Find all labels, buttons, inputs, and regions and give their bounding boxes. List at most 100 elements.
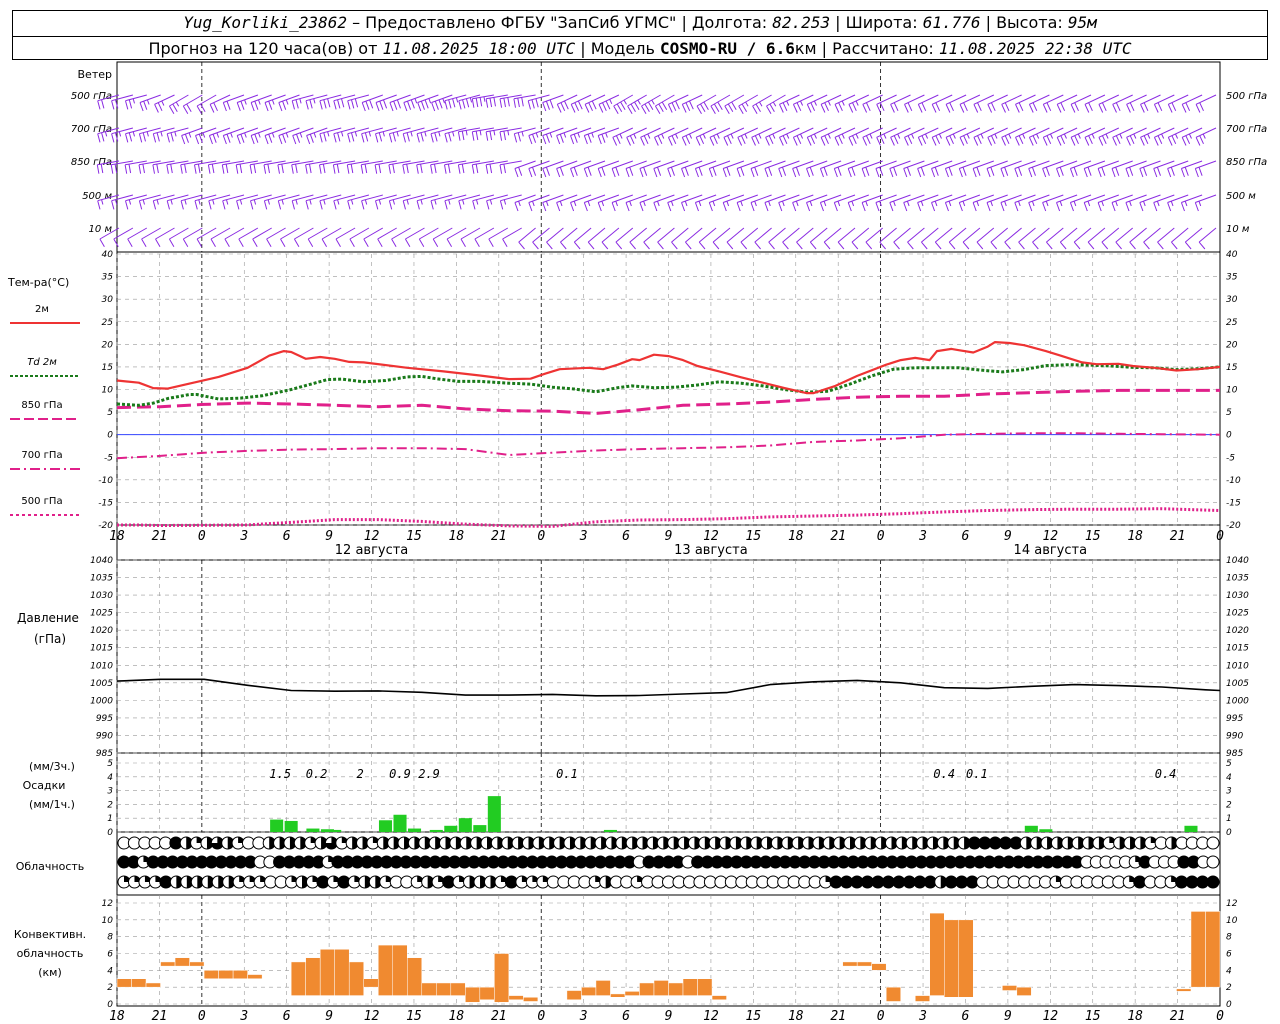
x-tick-label-top: 15 [746,529,762,544]
pres-ytick-left: 990 [96,731,113,741]
wind-barb [1139,160,1161,178]
cloud-circle [1206,855,1220,869]
cloud-symbol [1206,875,1220,889]
wind-barb [796,227,814,250]
wind-barb [556,127,578,145]
wind-barb [806,160,828,178]
x-tick-label-top: 9 [1004,529,1012,544]
x-tick-label-top: 3 [918,529,927,544]
x-tick-label-top: 18 [788,529,804,544]
x-tick-label-bottom: 9 [325,1009,333,1024]
wind-barb [1184,227,1203,250]
wind-barb [917,194,939,212]
wind-barb [722,194,745,212]
x-tick-label-top: 18 [109,529,125,544]
wind-barb [889,194,911,212]
wind-barb [861,160,883,178]
temp-ytick-left: -15 [98,498,113,508]
wind-barb [708,160,731,178]
conv-ytick-right: 6 [1226,950,1232,960]
pres-ytick-right: 1030 [1226,591,1249,601]
wind-barb [653,160,675,178]
wind-barb [736,194,758,212]
conv-bar [885,986,901,1002]
wind-barb [667,194,689,212]
wind-barb [921,227,939,250]
wind-barb [625,194,647,212]
precip-3h-label: 0.4 [933,767,955,781]
precip-3h-label: 0.4 [1155,767,1177,781]
wind-barb [958,194,981,212]
wind-barb [889,160,911,178]
wind-barb [962,227,981,250]
wind-barb [1014,160,1036,178]
wind-barb [1180,160,1203,178]
wind-barb [1014,194,1036,212]
temp-ytick-left: 10 [102,386,114,396]
wind-barb [764,194,786,212]
wind-barb [819,160,842,178]
wind-level-label-right: 10 м [1226,224,1250,235]
temp-title: Тем-ра(°С) [7,276,69,289]
x-tick-label-bottom: 18 [449,1009,465,1024]
precip-bar [284,820,298,832]
conv-bar [842,961,858,967]
wind-barb [653,194,675,212]
temp-ytick-right: -15 [1226,498,1241,508]
wind-barb [347,94,370,110]
wind-barb [1153,160,1175,178]
pres-ytick-left: 1025 [90,609,113,619]
temp-ytick-left: 25 [102,318,114,328]
pres-ytick-right: 990 [1226,731,1243,741]
prec-ytick-left: 0 [107,828,113,838]
wind-barb [1083,160,1106,178]
wind-barb [1004,227,1022,250]
precip-bar [328,829,342,832]
wind-barb [1129,227,1147,250]
temp-ytick-right: 30 [1226,295,1238,305]
wind-barb [694,160,717,178]
wind-barb [671,227,689,250]
wind-barb [1097,160,1119,178]
wind-barb [754,227,772,250]
wind-barb [934,227,953,250]
wind-barb [792,194,814,212]
wind-barb [837,227,856,250]
temp-legend-label: 850 гПа [21,400,62,411]
precip-3h-label: 0.9 [389,767,411,781]
wind-title: Ветер [78,68,112,81]
precip-bar [1039,829,1053,832]
wind-barb [528,127,550,145]
wind-barb [278,127,300,145]
wind-barb [611,194,633,212]
precip-unit-bottom: (мм/1ч.) [29,798,75,811]
wind-barb [1032,227,1050,250]
wind-barb [250,127,272,145]
x-tick-label-bottom: 21 [830,1009,846,1024]
pres-ytick-right: 1005 [1226,679,1249,689]
conv-ytick-right: 0 [1226,1000,1232,1010]
cloud-symbol [1206,855,1220,869]
temp-ytick-left: 40 [102,250,114,260]
conv-title: облачность [17,947,84,960]
wind-barb [643,227,661,250]
conv-bar [856,961,872,967]
precip-bar [458,818,472,832]
x-tick-label-top: 9 [665,529,673,544]
x-tick-label-bottom: 0 [877,1009,885,1024]
wind-barb [1115,227,1134,250]
wind-level-label-left: 850 гПа [71,157,112,168]
wind-barb [917,160,939,178]
wind-level-label-right: 850 гПа [1226,157,1267,168]
conv-bar [116,978,132,988]
wind-barb [1101,227,1120,250]
wind-barb [1046,227,1064,250]
wind-barb [597,160,620,178]
temp-ytick-right: 10 [1226,386,1238,396]
conv-bar [174,957,190,967]
wind-barb [976,227,995,250]
wind-barb [1167,194,1189,212]
temp-ytick-left: 20 [102,340,114,350]
wind-barb [542,127,564,145]
wind-barb [903,194,925,212]
